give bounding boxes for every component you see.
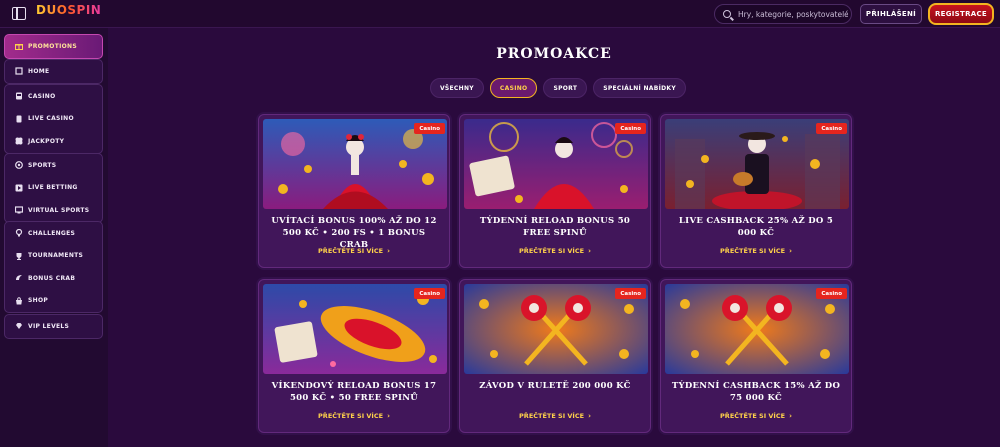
read-more-link[interactable]: PŘEČTĚTE SI VÍCE › — [460, 412, 650, 420]
sidebar-item-sports[interactable]: SPORTS — [5, 154, 102, 177]
read-more-label: PŘEČTĚTE SI VÍCE — [519, 412, 585, 420]
read-more-link[interactable]: PŘEČTĚTE SI VÍCE › — [259, 412, 449, 420]
sidebar-group-rewards: CHALLENGES TOURNAMENTS BONUS CRAB SHOP — [4, 221, 103, 313]
sidebar-group-vip: VIP LEVELS — [4, 314, 103, 339]
promo-card[interactable]: Casino UVÍTACÍ BONUS 100% AŽ DO 12 500 K… — [258, 114, 450, 268]
chevron-right-icon: › — [789, 247, 792, 255]
sidebar-group-casino: CASINO LIVE CASINO JACKPOTY — [4, 84, 103, 154]
read-more-label: PŘEČTĚTE SI VÍCE — [720, 412, 786, 420]
home-icon — [15, 67, 23, 75]
sidebar-item-vip-levels[interactable]: VIP LEVELS — [5, 315, 102, 338]
crab-icon — [15, 274, 23, 282]
sidebar-item-label: LIVE BETTING — [28, 184, 78, 192]
shop-icon — [15, 297, 23, 305]
tab-special-offers[interactable]: SPECIÁLNÍ NABÍDKY — [593, 78, 687, 98]
main-content: PROMOAKCE VŠECHNY CASINO SPORT SPECIÁLNÍ… — [108, 28, 1000, 447]
sidebar-item-label: JACKPOTY — [28, 137, 65, 145]
chevron-right-icon: › — [789, 412, 792, 420]
sidebar-item-label: BONUS CRAB — [28, 274, 76, 282]
status-badge: Casino — [615, 288, 646, 299]
cup-icon — [15, 252, 23, 260]
play-icon — [15, 184, 23, 192]
status-badge: Casino — [816, 123, 847, 134]
sidebar-item-label: TOURNAMENTS — [28, 252, 84, 260]
slot-icon — [15, 92, 23, 100]
sidebar-item-live-betting[interactable]: LIVE BETTING — [5, 177, 102, 200]
read-more-label: PŘEČTĚTE SI VÍCE — [720, 247, 786, 255]
sidebar-item-label: VIRTUAL SPORTS — [28, 206, 90, 214]
sidebar-group-promotions: PROMOTIONS — [4, 34, 103, 59]
sidebar-item-casino[interactable]: CASINO — [5, 85, 102, 108]
status-badge: Casino — [816, 288, 847, 299]
top-header: DUOSPIN PŘIHLÁŠENÍ REGISTRACE — [0, 0, 1000, 28]
logo[interactable]: DUOSPIN — [36, 3, 101, 17]
promo-title: LIVE CASHBACK 25% AŽ DO 5 000 KČ — [678, 216, 834, 238]
sidebar-item-label: SHOP — [28, 297, 49, 305]
promo-card[interactable]: Casino ZÁVOD V RULETĚ 200 000 KČ PŘEČTĚT… — [459, 279, 651, 433]
sidebar-group-sports: SPORTS LIVE BETTING VIRTUAL SPORTS — [4, 153, 103, 223]
sidebar-item-tournaments[interactable]: TOURNAMENTS — [5, 245, 102, 268]
sidebar-item-virtual-sports[interactable]: VIRTUAL SPORTS — [5, 199, 102, 222]
promo-card[interactable]: Casino TÝDENNÍ RELOAD BONUS 50 FREE SPIN… — [459, 114, 651, 268]
trophy-icon — [15, 229, 23, 237]
sidebar-item-bonus-crab[interactable]: BONUS CRAB — [5, 267, 102, 290]
chevron-right-icon: › — [387, 412, 390, 420]
chevron-right-icon: › — [588, 247, 591, 255]
register-button[interactable]: REGISTRACE — [928, 3, 994, 25]
promo-title: VÍKENDOVÝ RELOAD BONUS 17 500 KČ • 50 FR… — [271, 381, 437, 403]
tab-casino[interactable]: CASINO — [489, 78, 538, 98]
sidebar-item-promotions[interactable]: PROMOTIONS — [5, 35, 102, 58]
promo-card[interactable]: Casino TÝDENNÍ CASHBACK 15% AŽ DO 75 000… — [660, 279, 852, 433]
sidebar-item-label: HOME — [28, 67, 50, 75]
status-badge: Casino — [414, 288, 445, 299]
sidebar-item-label: PROMOTIONS — [28, 42, 77, 50]
sidebar-item-label: LIVE CASINO — [28, 115, 74, 123]
clover-icon — [15, 137, 23, 145]
search-bar[interactable] — [714, 4, 852, 24]
login-button[interactable]: PŘIHLÁŠENÍ — [860, 4, 922, 24]
promo-card[interactable]: Casino LIVE CASHBACK 25% AŽ DO 5 000 KČ … — [660, 114, 852, 268]
read-more-link[interactable]: PŘEČTĚTE SI VÍCE › — [259, 247, 449, 255]
sidebar-group-home: HOME — [4, 59, 103, 84]
promo-title: ZÁVOD V RULETĚ 200 000 KČ — [479, 381, 631, 391]
search-icon — [723, 10, 731, 18]
page-title: PROMOAKCE — [496, 46, 612, 62]
sidebar-item-shop[interactable]: SHOP — [5, 290, 102, 313]
promo-card[interactable]: Casino VÍKENDOVÝ RELOAD BONUS 17 500 KČ … — [258, 279, 450, 433]
ball-icon — [15, 161, 23, 170]
search-input[interactable] — [738, 9, 848, 19]
promo-title: UVÍTACÍ BONUS 100% AŽ DO 12 500 KČ • 200… — [271, 216, 437, 250]
sidebar-item-label: CASINO — [28, 92, 56, 100]
cards-icon — [15, 115, 23, 123]
diamond-icon — [15, 322, 23, 330]
sidebar-item-jackpoty[interactable]: JACKPOTY — [5, 130, 102, 153]
gift-icon — [15, 42, 23, 51]
sidebar-item-label: CHALLENGES — [28, 229, 76, 237]
promo-filter-tabs: VŠECHNY CASINO SPORT SPECIÁLNÍ NABÍDKY — [108, 78, 1000, 98]
sidebar-item-home[interactable]: HOME — [5, 60, 102, 83]
sidebar: PROMOTIONS HOME CASINO LIVE CASINO JACKP… — [0, 28, 108, 447]
read-more-link[interactable]: PŘEČTĚTE SI VÍCE › — [661, 247, 851, 255]
read-more-label: PŘEČTĚTE SI VÍCE — [318, 412, 384, 420]
sidebar-item-live-casino[interactable]: LIVE CASINO — [5, 108, 102, 131]
read-more-label: PŘEČTĚTE SI VÍCE — [318, 247, 384, 255]
sidebar-item-challenges[interactable]: CHALLENGES — [5, 222, 102, 245]
promo-title: TÝDENNÍ RELOAD BONUS 50 FREE SPINŮ — [479, 216, 631, 238]
tab-sport[interactable]: SPORT — [543, 78, 588, 98]
status-badge: Casino — [615, 123, 646, 134]
promo-title: TÝDENNÍ CASHBACK 15% AŽ DO 75 000 KČ — [671, 381, 841, 403]
monitor-icon — [15, 206, 23, 214]
sidebar-item-label: SPORTS — [28, 161, 57, 169]
chevron-right-icon: › — [588, 412, 591, 420]
tab-all[interactable]: VŠECHNY — [429, 78, 484, 98]
read-more-link[interactable]: PŘEČTĚTE SI VÍCE › — [460, 247, 650, 255]
read-more-label: PŘEČTĚTE SI VÍCE — [519, 247, 585, 255]
read-more-link[interactable]: PŘEČTĚTE SI VÍCE › — [661, 412, 851, 420]
promo-grid: Casino UVÍTACÍ BONUS 100% AŽ DO 12 500 K… — [258, 114, 854, 433]
sidebar-item-label: VIP LEVELS — [28, 322, 70, 330]
chevron-right-icon: › — [387, 247, 390, 255]
status-badge: Casino — [414, 123, 445, 134]
sidebar-toggle-icon[interactable] — [12, 7, 26, 20]
